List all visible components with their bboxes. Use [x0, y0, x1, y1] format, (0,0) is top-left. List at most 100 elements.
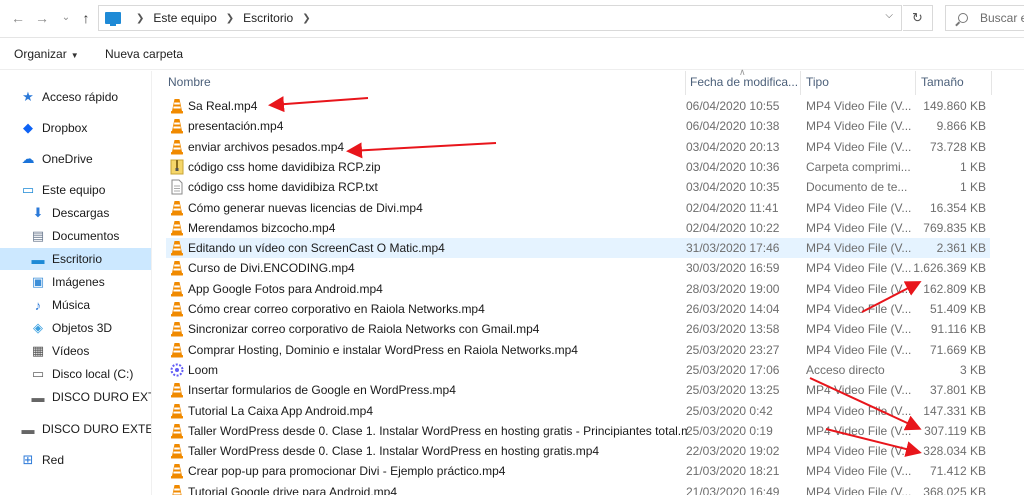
sidebar-item[interactable]: ▭ Disco local (C:) — [0, 363, 151, 385]
file-row[interactable]: Crear pop-up para promocionar Divi - Eje… — [166, 461, 990, 481]
file-date: 22/03/2020 19:02 — [686, 444, 780, 459]
column-header-date[interactable]: Fecha de modifica... — [690, 71, 798, 93]
sidebar-item-label: Imágenes — [52, 275, 105, 289]
text-file-icon — [170, 179, 184, 195]
sidebar-item[interactable]: ▤ Documentos — [0, 225, 151, 247]
new-folder-button[interactable]: Nueva carpeta — [105, 47, 183, 61]
sidebar-item[interactable]: ☁ OneDrive — [0, 148, 151, 170]
desktop-icon: ▬ — [31, 251, 45, 267]
file-row[interactable]: Cómo crear correo corporativo en Raiola … — [166, 299, 990, 319]
command-bar: Organizar ▼ Nueva carpeta — [0, 38, 1024, 70]
file-size: 16.354 KB — [929, 200, 986, 215]
file-type: Carpeta comprimi... — [806, 159, 911, 174]
file-row[interactable]: Insertar formularios de Google en WordPr… — [166, 380, 990, 400]
back-button[interactable]: ← — [8, 8, 28, 28]
address-field[interactable]: ❯ Este equipo ❯ Escritorio ❯ ⌵ — [98, 5, 902, 31]
sidebar-item[interactable]: ★ Acceso rápido — [0, 86, 151, 108]
column-divider[interactable] — [685, 71, 686, 95]
search-input[interactable]: Buscar e — [945, 5, 1024, 31]
file-type: MP4 Video File (V... — [806, 342, 912, 357]
file-row[interactable]: Tutorial La Caixa App Android.mp4 25/03/2… — [166, 401, 990, 421]
breadcrumb-escritorio[interactable]: Escritorio — [243, 11, 293, 25]
sidebar-item-label: Disco local (C:) — [52, 367, 134, 381]
file-date: 06/04/2020 10:38 — [686, 119, 780, 134]
file-type: MP4 Video File (V... — [806, 200, 912, 215]
up-button[interactable]: ↑ — [76, 8, 96, 28]
file-type: MP4 Video File (V... — [806, 241, 912, 256]
vlc-icon — [170, 98, 184, 114]
column-divider[interactable] — [800, 71, 801, 95]
file-name: enviar archivos pesados.mp4 — [188, 139, 345, 154]
file-name: código css home davidibiza RCP.txt — [188, 180, 378, 195]
file-row[interactable]: Curso de Divi.ENCODING.mp4 30/03/2020 16:… — [166, 258, 990, 278]
sidebar-item-label: OneDrive — [42, 152, 93, 166]
file-date: 25/03/2020 17:06 — [686, 362, 780, 377]
file-row[interactable]: código css home davidibiza RCP.zip 03/04/… — [166, 157, 990, 177]
sidebar-item[interactable]: ▬ DISCO DURO EXTERNO — [0, 418, 152, 440]
file-row[interactable]: Sa Real.mp4 06/04/2020 10:55 MP4 Video Fil… — [166, 96, 990, 116]
sidebar-item[interactable]: ♪ Música — [0, 294, 151, 316]
file-row[interactable]: código css home davidibiza RCP.txt 03/04/… — [166, 177, 990, 197]
organize-label: Organizar — [14, 47, 67, 61]
chevron-right-icon[interactable]: ❯ — [226, 13, 234, 24]
chevron-down-icon[interactable]: ⌵ — [885, 10, 893, 21]
file-row[interactable]: App Google Fotos para Android.mp4 28/03/2… — [166, 279, 990, 299]
sidebar-item[interactable]: ◆ Dropbox — [0, 117, 151, 139]
file-row[interactable]: Tutorial Google drive para Android.mp4 21… — [166, 482, 990, 495]
organize-button[interactable]: Organizar ▼ — [14, 47, 79, 61]
file-row[interactable]: Taller WordPress desde 0. Clase 1. Insta… — [166, 421, 990, 441]
navigation-pane: ★ Acceso rápido ◆ Dropbox ☁ OneDrive ▭ Este equ… — [0, 71, 152, 495]
column-divider[interactable] — [991, 71, 992, 95]
loom-shortcut-icon — [170, 362, 184, 378]
file-row[interactable]: Cómo generar nuevas licencias de Divi.mp… — [166, 198, 990, 218]
recent-locations-button[interactable]: ⌄ — [56, 8, 76, 28]
sidebar-item[interactable]: ⬇ Descargas — [0, 202, 151, 224]
column-header-name[interactable]: Nombre — [168, 71, 211, 93]
file-size: 147.331 KB — [923, 403, 986, 418]
file-row[interactable]: Editando un vídeo con ScreenCast O Matic… — [166, 238, 990, 259]
chevron-right-icon[interactable]: ❯ — [136, 13, 144, 24]
file-name: Cómo crear correo corporativo en Raiola … — [188, 302, 485, 316]
file-row[interactable]: Comprar Hosting, Dominio e instalar Word… — [166, 340, 990, 360]
column-header-size[interactable]: Tamaño — [921, 71, 964, 93]
vlc-icon — [170, 382, 184, 398]
file-size: 37.801 KB — [929, 383, 986, 398]
star-icon: ★ — [22, 89, 34, 104]
column-header-type[interactable]: Tipo — [806, 71, 829, 93]
file-row[interactable]: Loom 25/03/2020 17:06 Acceso directo 3 KB — [166, 360, 990, 380]
sidebar-item-label: Dropbox — [42, 121, 88, 135]
file-row[interactable]: enviar archivos pesados.mp4 03/04/2020 20… — [166, 137, 990, 157]
sidebar-item[interactable]: ▣ Imágenes — [0, 271, 151, 293]
search-icon — [958, 13, 968, 23]
sidebar-item[interactable]: ⊞ Red — [0, 449, 151, 471]
file-name: App Google Fotos para Android.mp4 — [188, 281, 383, 296]
sidebar-item[interactable]: ▬ Escritorio — [0, 248, 151, 270]
refresh-button[interactable]: ↻ — [903, 5, 933, 31]
sidebar-item[interactable]: ◈ Objetos 3D — [0, 317, 151, 339]
chevron-right-icon[interactable]: ❯ — [302, 13, 310, 24]
file-row[interactable]: presentación.mp4 06/04/2020 10:38 MP4 Vide… — [166, 116, 990, 136]
sidebar-item[interactable]: ▭ Este equipo — [0, 179, 151, 201]
file-type: MP4 Video File (V... — [806, 403, 912, 418]
file-type: MP4 Video File (V... — [806, 464, 912, 479]
vlc-icon — [170, 443, 184, 459]
forward-button[interactable]: → — [32, 8, 52, 28]
file-size: 91.116 KB — [930, 322, 986, 337]
file-row[interactable]: Taller WordPress desde 0. Clase 1. Insta… — [166, 441, 990, 461]
vlc-icon — [170, 118, 184, 134]
file-name: Editando un vídeo con ScreenCast O Matic… — [188, 241, 445, 256]
column-divider[interactable] — [915, 71, 916, 95]
file-row[interactable]: Merendamos bizcocho.mp4 02/04/2020 10:22 M… — [166, 218, 990, 238]
sidebar-item-label: Acceso rápido — [42, 90, 119, 104]
file-row[interactable]: Sincronizar correo corporativo de Raiola… — [166, 319, 990, 339]
file-type: MP4 Video File (V... — [806, 99, 912, 113]
sidebar-item[interactable]: ▦ Vídeos — [0, 340, 151, 362]
zip-folder-icon — [170, 159, 184, 175]
sidebar-item[interactable]: ▬ DISCO DURO EXTERNO — [0, 386, 152, 408]
breadcrumb-este-equipo[interactable]: Este equipo — [153, 11, 216, 25]
sidebar-item-label: Documentos — [52, 229, 120, 243]
file-date: 28/03/2020 19:00 — [686, 281, 780, 296]
videos-icon: ▦ — [31, 343, 45, 358]
file-type: MP4 Video File (V... — [806, 383, 912, 398]
file-date: 25/03/2020 13:25 — [686, 383, 780, 398]
